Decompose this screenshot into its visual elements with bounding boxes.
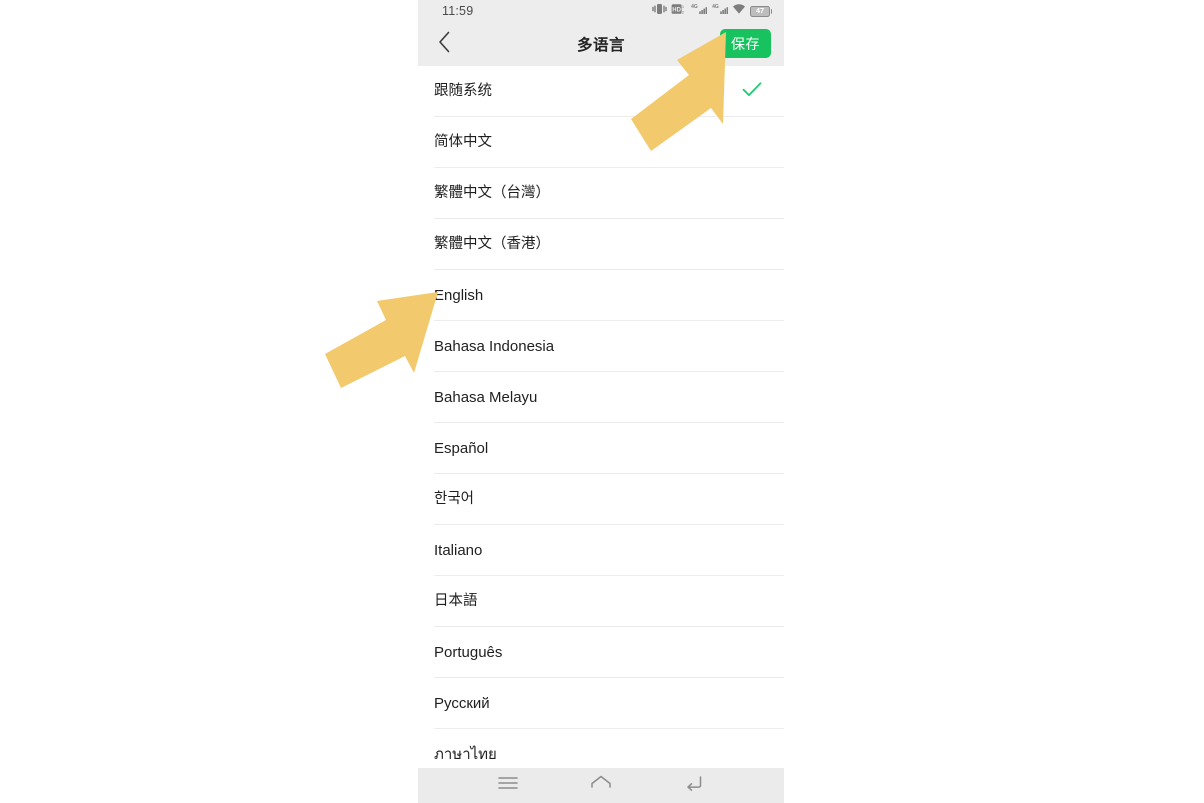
language-row[interactable]: 日本語 bbox=[418, 576, 784, 627]
title-bar: 多语言 保存 bbox=[418, 22, 784, 66]
back-button[interactable] bbox=[426, 22, 462, 66]
home-icon bbox=[590, 775, 612, 796]
signal-4g-sim2-icon: 4G bbox=[711, 2, 728, 20]
language-label: Русский bbox=[434, 695, 490, 712]
language-row[interactable]: Italiano bbox=[418, 525, 784, 576]
check-icon bbox=[742, 81, 762, 102]
language-label: Español bbox=[434, 440, 489, 457]
language-row[interactable]: 跟随系统 bbox=[418, 66, 784, 117]
language-list[interactable]: 跟随系统简体中文繁體中文（台灣） 繁體中文（香港） English Bahasa In… bbox=[418, 66, 784, 768]
back-return-icon bbox=[684, 775, 704, 796]
language-label: ภาษาไทย bbox=[434, 746, 497, 763]
language-label: 跟随系统 bbox=[434, 83, 492, 100]
language-label: Português bbox=[434, 644, 503, 661]
language-row[interactable]: English bbox=[418, 270, 784, 321]
hd-volte-icon: HD 1 2 bbox=[671, 2, 686, 20]
language-label: 简体中文 bbox=[434, 134, 492, 151]
language-row[interactable]: Bahasa Indonesia bbox=[418, 321, 784, 372]
bottom-navigation-bar bbox=[418, 768, 784, 803]
chevron-left-icon bbox=[438, 31, 451, 58]
save-button[interactable]: 保存 bbox=[720, 29, 771, 58]
language-label: 日本語 bbox=[434, 593, 478, 610]
svg-text:2: 2 bbox=[682, 10, 685, 15]
language-label: 한국어 bbox=[434, 491, 475, 508]
language-row[interactable]: Русский bbox=[418, 678, 784, 729]
menu-recents-icon bbox=[498, 776, 519, 795]
language-row[interactable]: 繁體中文（台灣） bbox=[418, 168, 784, 219]
status-bar: 11:59 HD 1 2 4G 4G 47 bbox=[418, 0, 784, 22]
svg-text:HD: HD bbox=[672, 7, 681, 13]
signal-4g-sim1-icon: 4G bbox=[690, 2, 707, 20]
language-label: Bahasa Indonesia bbox=[434, 338, 555, 355]
language-row[interactable]: 繁體中文（香港） bbox=[418, 219, 784, 270]
svg-text:4G: 4G bbox=[691, 4, 698, 10]
language-label: English bbox=[434, 287, 484, 304]
wifi-icon bbox=[732, 2, 746, 20]
language-row[interactable]: Português bbox=[418, 627, 784, 678]
svg-text:1: 1 bbox=[682, 4, 685, 9]
svg-text:4G: 4G bbox=[712, 4, 719, 10]
language-label: Italiano bbox=[434, 542, 483, 559]
language-row[interactable]: Bahasa Melayu bbox=[418, 372, 784, 423]
language-label: Bahasa Melayu bbox=[434, 389, 538, 406]
language-row[interactable]: Español bbox=[418, 423, 784, 474]
battery-icon: 47 bbox=[750, 5, 772, 17]
battery-level-text: 47 bbox=[755, 6, 765, 16]
phone-screen: 11:59 HD 1 2 4G 4G 47 多语言 保存 跟随系统 简体中文 繁… bbox=[418, 0, 784, 803]
status-bar-time: 11:59 bbox=[442, 4, 474, 18]
back-return-button[interactable] bbox=[672, 768, 716, 803]
language-row[interactable]: 简体中文 bbox=[418, 117, 784, 168]
menu-recents-button[interactable] bbox=[486, 768, 530, 803]
language-label: 繁體中文（香港） bbox=[434, 236, 550, 253]
language-row[interactable]: ภาษาไทย bbox=[418, 729, 784, 768]
vibrate-icon bbox=[652, 2, 667, 20]
status-bar-icons: HD 1 2 4G 4G 47 bbox=[652, 2, 772, 20]
home-button[interactable] bbox=[579, 768, 623, 803]
language-label: 繁體中文（台灣） bbox=[434, 185, 550, 202]
language-row[interactable]: 한국어 bbox=[418, 474, 784, 525]
